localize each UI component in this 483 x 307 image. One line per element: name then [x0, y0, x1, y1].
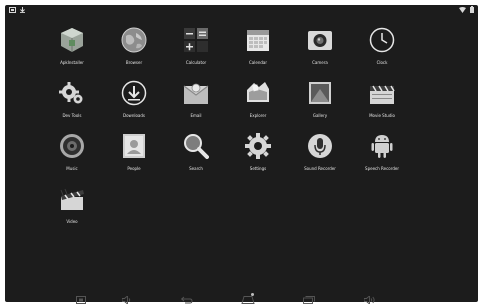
app-label: Downloads — [123, 113, 145, 118]
app-label: Movie Studio — [369, 113, 395, 118]
gear-icon — [58, 79, 86, 107]
status-bar — [5, 5, 478, 16]
app-label: Explorer — [249, 113, 267, 118]
screenshot-icon[interactable] — [75, 293, 87, 307]
download-icon — [20, 6, 25, 15]
home-screen: ApkInstaller Browser Calculator Calendar… — [5, 5, 478, 302]
calendar-icon — [244, 26, 272, 54]
app-explorer[interactable]: Explorer — [227, 79, 289, 132]
video-clapper-icon — [58, 185, 86, 213]
app-label: ApkInstaller — [60, 60, 84, 65]
app-label: Search — [189, 166, 203, 171]
app-label: Calendar — [249, 60, 267, 65]
app-placeholder-empty — [413, 79, 475, 132]
app-apkinstaller[interactable]: ApkInstaller — [41, 26, 103, 79]
app-label: Settings — [249, 166, 267, 171]
app-label: People — [127, 166, 141, 171]
app-label: Music — [66, 166, 78, 171]
speaker-icon — [58, 132, 86, 160]
navigation-bar — [5, 293, 478, 307]
clapperboard-icon — [368, 79, 396, 107]
recents-icon[interactable] — [302, 293, 316, 307]
app-movie-studio[interactable]: Movie Studio — [351, 79, 413, 132]
app-label: Browser — [125, 60, 143, 65]
magnifier-icon — [182, 132, 210, 160]
app-speech-recorder[interactable]: Speech Recorder — [351, 132, 413, 185]
app-label: Calculator — [185, 60, 207, 65]
settings-gear-icon — [244, 132, 272, 160]
app-label: Speech Recorder — [365, 166, 399, 171]
folder-icon — [244, 79, 272, 107]
app-sound-recorder[interactable]: Sound Recorder — [289, 132, 351, 185]
calculator-icon — [182, 26, 210, 54]
app-video[interactable]: Video — [41, 185, 103, 238]
app-label: Camera — [312, 60, 328, 65]
app-gallery[interactable]: Gallery — [289, 79, 351, 132]
app-downloads[interactable]: Downloads — [103, 79, 165, 132]
package-icon — [58, 26, 86, 54]
app-settings[interactable]: Settings — [227, 132, 289, 185]
app-label: Dev Tools — [62, 113, 82, 118]
globe-icon — [120, 26, 148, 54]
app-dev-tools[interactable]: Dev Tools — [41, 79, 103, 132]
battery-icon — [470, 6, 474, 15]
android-icon — [368, 132, 396, 160]
app-label: Gallery — [312, 113, 328, 118]
email-icon — [182, 79, 210, 107]
app-people[interactable]: People — [103, 132, 165, 185]
clock-icon — [368, 26, 396, 54]
app-calculator[interactable]: Calculator — [165, 26, 227, 79]
app-placeholder-empty — [413, 26, 475, 79]
app-label: Sound Recorder — [304, 166, 336, 171]
volume-down-icon[interactable] — [121, 293, 133, 307]
volume-up-icon[interactable] — [363, 293, 377, 307]
back-icon[interactable] — [180, 293, 194, 307]
app-email[interactable]: Email — [165, 79, 227, 132]
home-icon[interactable] — [241, 293, 255, 307]
app-calendar[interactable]: Calendar — [227, 26, 289, 79]
camera-icon — [306, 26, 334, 54]
app-label: Video — [66, 219, 78, 224]
app-search[interactable]: Search — [165, 132, 227, 185]
wifi-icon — [459, 6, 466, 15]
screenshot-icon — [9, 6, 16, 15]
contact-icon — [120, 132, 148, 160]
app-camera[interactable]: Camera — [289, 26, 351, 79]
picture-icon — [306, 79, 334, 107]
download-icon — [120, 79, 148, 107]
app-clock[interactable]: Clock — [351, 26, 413, 79]
app-placeholder-empty — [413, 132, 475, 185]
app-grid: ApkInstaller Browser Calculator Calendar… — [41, 26, 475, 238]
microphone-icon — [306, 132, 334, 160]
app-browser[interactable]: Browser — [103, 26, 165, 79]
app-music[interactable]: Music — [41, 132, 103, 185]
app-label: Clock — [376, 60, 388, 65]
app-label: Email — [190, 113, 202, 118]
